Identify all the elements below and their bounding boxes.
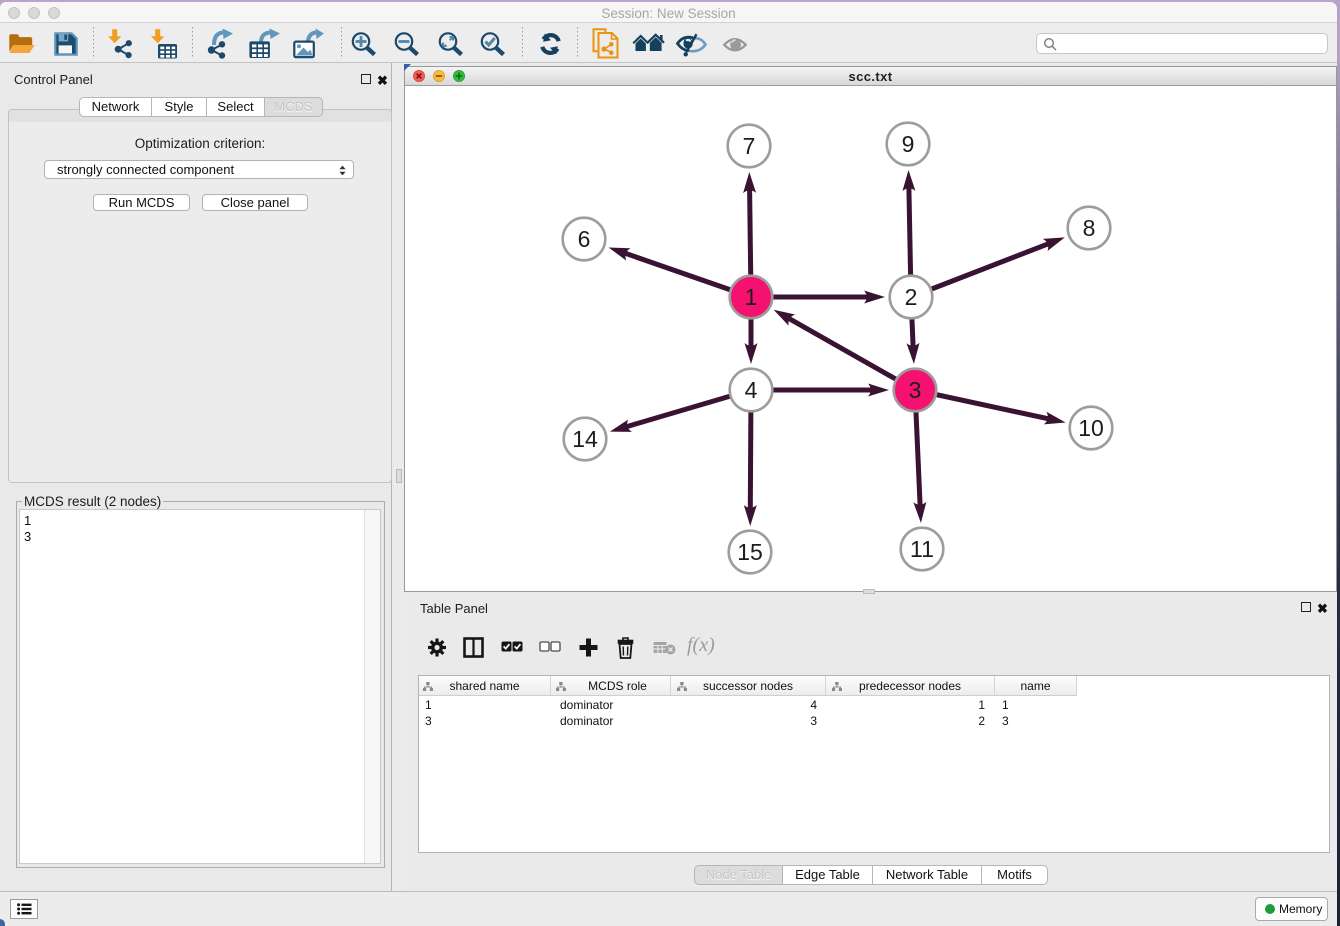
svg-text:1: 1 — [745, 284, 758, 310]
svg-text:4: 4 — [745, 377, 758, 403]
svg-text:9: 9 — [902, 131, 915, 157]
svg-text:3: 3 — [909, 377, 922, 403]
svg-text:2: 2 — [905, 284, 918, 310]
svg-text:14: 14 — [572, 426, 598, 452]
svg-text:6: 6 — [578, 226, 591, 252]
svg-text:10: 10 — [1078, 415, 1104, 441]
svg-text:8: 8 — [1083, 215, 1096, 241]
svg-text:11: 11 — [910, 536, 934, 562]
svg-text:7: 7 — [743, 133, 756, 159]
svg-text:15: 15 — [737, 539, 763, 565]
